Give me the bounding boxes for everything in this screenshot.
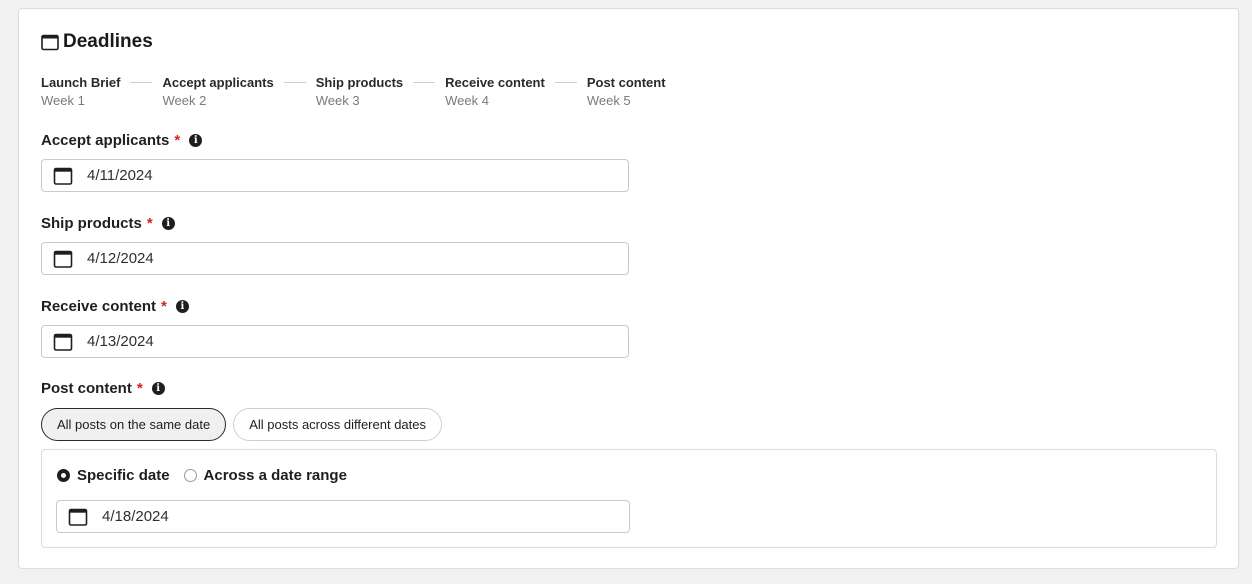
calendar-icon <box>53 333 73 351</box>
field-label-text: Accept applicants <box>41 132 170 149</box>
step-name: Accept applicants <box>162 75 274 90</box>
timeline-step: Receive content Week 4 <box>445 75 545 109</box>
radio-selected-icon <box>57 469 70 482</box>
field-label-text: Receive content <box>41 298 157 315</box>
step-connector <box>283 82 306 83</box>
step-name: Ship products <box>315 75 404 90</box>
calendar-icon <box>53 167 73 185</box>
specific-date-radio[interactable]: Specific date <box>57 467 170 484</box>
calendar-icon <box>41 34 59 51</box>
receive-content-label: Receive content * i <box>41 298 189 315</box>
same-date-pill[interactable]: All posts on the same date <box>41 408 227 441</box>
required-asterisk: * <box>136 380 143 397</box>
timeline-step: Post content Week 5 <box>587 75 666 109</box>
deadlines-card: Deadlines Launch Brief Week 1 Accept app… <box>18 8 1239 569</box>
accept-applicants-label: Accept applicants * i <box>41 132 203 149</box>
post-date-panel: Specific date Across a date range 4/18/2… <box>41 449 1217 548</box>
step-connector <box>554 82 577 83</box>
post-mode-toggle: All posts on the same date All posts acr… <box>41 408 442 441</box>
info-icon[interactable]: i <box>175 300 189 313</box>
date-mode-radios: Specific date Across a date range <box>57 467 347 484</box>
date-value: 4/13/2024 <box>87 333 154 350</box>
step-week: Week 1 <box>41 93 85 108</box>
radio-label: Specific date <box>77 467 170 484</box>
receive-content-date-input[interactable]: 4/13/2024 <box>41 325 629 358</box>
calendar-icon <box>53 250 73 268</box>
timeline-step: Ship products Week 3 <box>316 75 403 109</box>
date-range-radio[interactable]: Across a date range <box>183 467 347 484</box>
timeline-step: Accept applicants Week 2 <box>162 75 273 109</box>
required-asterisk: * <box>146 215 153 232</box>
step-week: Week 5 <box>586 93 631 108</box>
post-content-label: Post content * i <box>41 380 165 397</box>
date-value: 4/12/2024 <box>87 250 154 267</box>
step-name: Post content <box>586 75 666 90</box>
radio-unselected-icon <box>183 469 197 482</box>
calendar-icon <box>68 508 88 526</box>
date-value: 4/11/2024 <box>87 167 153 184</box>
required-asterisk: * <box>161 298 167 315</box>
step-name: Receive content <box>445 75 545 90</box>
section-header: Deadlines <box>41 31 153 53</box>
timeline-step: Launch Brief Week 1 <box>41 75 120 109</box>
field-label-text: Ship products <box>41 215 142 232</box>
timeline-steps: Launch Brief Week 1 Accept applicants We… <box>41 75 666 109</box>
date-value: 4/18/2024 <box>102 508 169 525</box>
step-week: Week 2 <box>162 93 207 108</box>
step-connector <box>413 82 436 83</box>
step-connector <box>130 82 153 83</box>
step-week: Week 3 <box>315 93 360 108</box>
info-icon[interactable]: i <box>189 134 203 147</box>
field-label-text: Post content <box>41 380 132 397</box>
accept-applicants-date-input[interactable]: 4/11/2024 <box>41 159 629 192</box>
info-icon[interactable]: i <box>151 382 165 395</box>
ship-products-date-input[interactable]: 4/12/2024 <box>41 242 629 275</box>
info-icon[interactable]: i <box>161 217 175 230</box>
post-content-date-input[interactable]: 4/18/2024 <box>56 500 630 533</box>
step-week: Week 4 <box>445 93 489 108</box>
required-asterisk: * <box>174 132 181 149</box>
radio-label: Across a date range <box>203 467 347 484</box>
step-name: Launch Brief <box>41 75 121 90</box>
different-dates-pill[interactable]: All posts across different dates <box>233 408 442 441</box>
ship-products-label: Ship products * i <box>41 215 175 232</box>
section-title: Deadlines <box>63 31 153 52</box>
